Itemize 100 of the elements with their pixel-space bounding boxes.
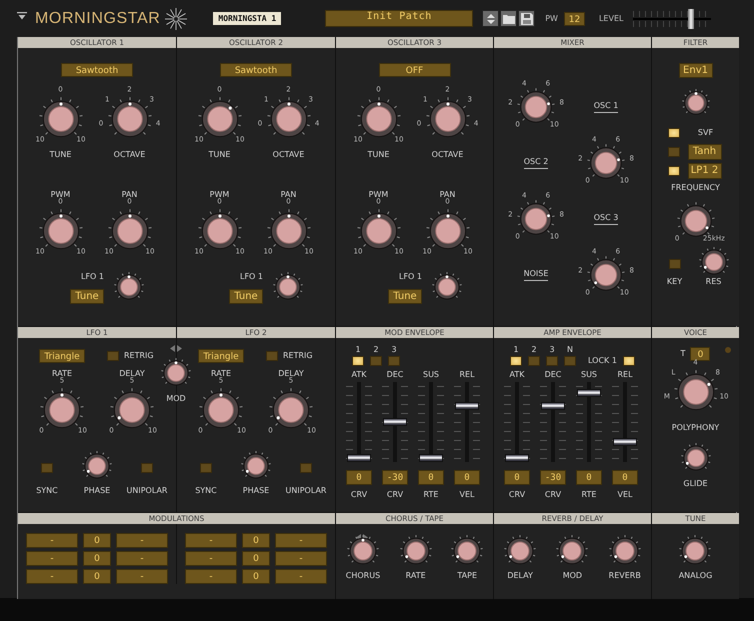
lock-toggle[interactable]: [622, 356, 635, 366]
fader-sublabel: VEL: [460, 490, 474, 500]
toggle-led[interactable]: [668, 128, 680, 138]
toggle-led[interactable]: [668, 166, 680, 176]
mod-amount-display[interactable]: 0: [242, 533, 270, 548]
knob[interactable]: [608, 535, 641, 567]
knob-label: DELAY: [278, 369, 304, 378]
value-display[interactable]: 0: [346, 470, 372, 485]
fader-handle[interactable]: [347, 454, 371, 462]
save-icon: [520, 12, 533, 24]
knob[interactable]: [451, 535, 484, 567]
mod-source-display[interactable]: -: [185, 551, 237, 566]
toggle-led[interactable]: [41, 463, 53, 473]
value-display[interactable]: 0: [418, 470, 444, 485]
waveform-display[interactable]: Sawtooth: [220, 63, 292, 77]
mod-target-display[interactable]: -: [275, 569, 327, 584]
mod-amount-display[interactable]: 0: [83, 551, 111, 566]
value-display[interactable]: 0: [504, 470, 530, 485]
save-button[interactable]: [518, 10, 536, 27]
fader-handle[interactable]: [383, 418, 407, 426]
stage-button[interactable]: [510, 356, 522, 366]
toggle-led[interactable]: [141, 463, 153, 473]
knob-label: RATE: [406, 571, 426, 581]
knob[interactable]: [432, 272, 462, 302]
knob[interactable]: [161, 358, 191, 388]
value-display[interactable]: 0: [612, 470, 638, 485]
waveform-display[interactable]: Sawtooth: [61, 63, 133, 77]
stage-number: 3: [391, 345, 397, 355]
channel-label: OSC 1: [594, 101, 618, 113]
stage-number: 2: [531, 345, 537, 355]
knob-label: OCTAVE: [432, 150, 464, 160]
mod-target-display[interactable]: -: [275, 551, 327, 566]
knob-label: ANALOG: [678, 571, 712, 581]
mod-target-display[interactable]: -: [275, 533, 327, 548]
knob[interactable]: [346, 535, 379, 567]
mod-amount-display[interactable]: 0: [83, 533, 111, 548]
fader-handle[interactable]: [541, 402, 565, 410]
toggle-led[interactable]: [300, 463, 312, 473]
waveform-display[interactable]: Triangle: [39, 349, 85, 363]
menu-icon[interactable]: [17, 12, 27, 20]
waveform-display[interactable]: Triangle: [198, 349, 244, 363]
knob[interactable]: [679, 535, 712, 567]
mod-source-display[interactable]: -: [26, 533, 78, 548]
stage-button[interactable]: [352, 356, 364, 366]
fader-handle[interactable]: [577, 389, 601, 398]
mod-source-display[interactable]: -: [26, 569, 78, 584]
toggle-led[interactable]: [668, 259, 680, 269]
value-display[interactable]: 0: [454, 470, 480, 485]
fader-handle[interactable]: [505, 454, 529, 462]
knob[interactable]: [698, 247, 728, 277]
mod-target-display[interactable]: -: [116, 569, 168, 584]
lfo-target-display[interactable]: Tune: [388, 289, 422, 304]
mode-display[interactable]: Tanh: [688, 144, 722, 160]
mod-source-display[interactable]: -: [185, 569, 237, 584]
mod-amount-display[interactable]: 0: [242, 551, 270, 566]
toggle-led[interactable]: [668, 147, 680, 157]
mod-target-display[interactable]: -: [116, 533, 168, 548]
value-display[interactable]: 0: [576, 470, 602, 485]
fader-handle[interactable]: [613, 438, 637, 446]
knob[interactable]: [273, 272, 303, 302]
open-button[interactable]: [500, 10, 518, 27]
knob[interactable]: [504, 535, 536, 567]
knob[interactable]: [556, 535, 588, 567]
patch-name-display[interactable]: Init Patch: [325, 10, 474, 27]
knob-label: PHASE: [242, 486, 270, 496]
value-display[interactable]: -30: [540, 470, 566, 485]
mod-source-display[interactable]: -: [185, 533, 237, 548]
toggle-led[interactable]: [200, 463, 212, 473]
fader-sublabel: CRV: [350, 490, 368, 500]
left-right-arrows-icon[interactable]: [356, 534, 368, 541]
lfo-target-display[interactable]: Tune: [70, 289, 104, 304]
mode-display[interactable]: LP1 2: [688, 163, 722, 179]
mod-target-display[interactable]: -: [116, 551, 168, 566]
toggle-led[interactable]: [107, 351, 119, 361]
envelope-source-display[interactable]: Env1: [678, 63, 712, 78]
knob[interactable]: [682, 89, 710, 117]
knob[interactable]: [82, 451, 112, 481]
fader-handle[interactable]: [419, 454, 443, 462]
lfo-target-display[interactable]: Tune: [229, 289, 263, 304]
knob[interactable]: [241, 451, 271, 481]
channel-label: OSC 2: [524, 157, 548, 169]
lock-label: LOCK 1: [588, 356, 617, 366]
value-display[interactable]: -30: [382, 470, 408, 485]
mod-amount-display[interactable]: 0: [83, 569, 111, 584]
stage-number: 1: [355, 345, 361, 355]
knob[interactable]: [114, 272, 144, 302]
toggle-led[interactable]: [266, 351, 278, 361]
transpose-display[interactable]: 0: [690, 347, 710, 361]
patch-browse-button[interactable]: [482, 10, 500, 27]
fader-sublabel: CRV: [386, 490, 404, 500]
fader-handle[interactable]: [455, 402, 479, 410]
mod-source-display[interactable]: -: [26, 551, 78, 566]
channel-label: OSC 3: [594, 213, 618, 225]
knob[interactable]: [400, 535, 432, 567]
waveform-display[interactable]: OFF: [378, 63, 450, 77]
knob-label: PAN: [440, 190, 456, 199]
knob[interactable]: [680, 443, 710, 473]
toggle-label: RETRIG: [124, 351, 154, 361]
pw-value-display[interactable]: 12: [564, 12, 585, 26]
mod-amount-display[interactable]: 0: [242, 569, 270, 584]
